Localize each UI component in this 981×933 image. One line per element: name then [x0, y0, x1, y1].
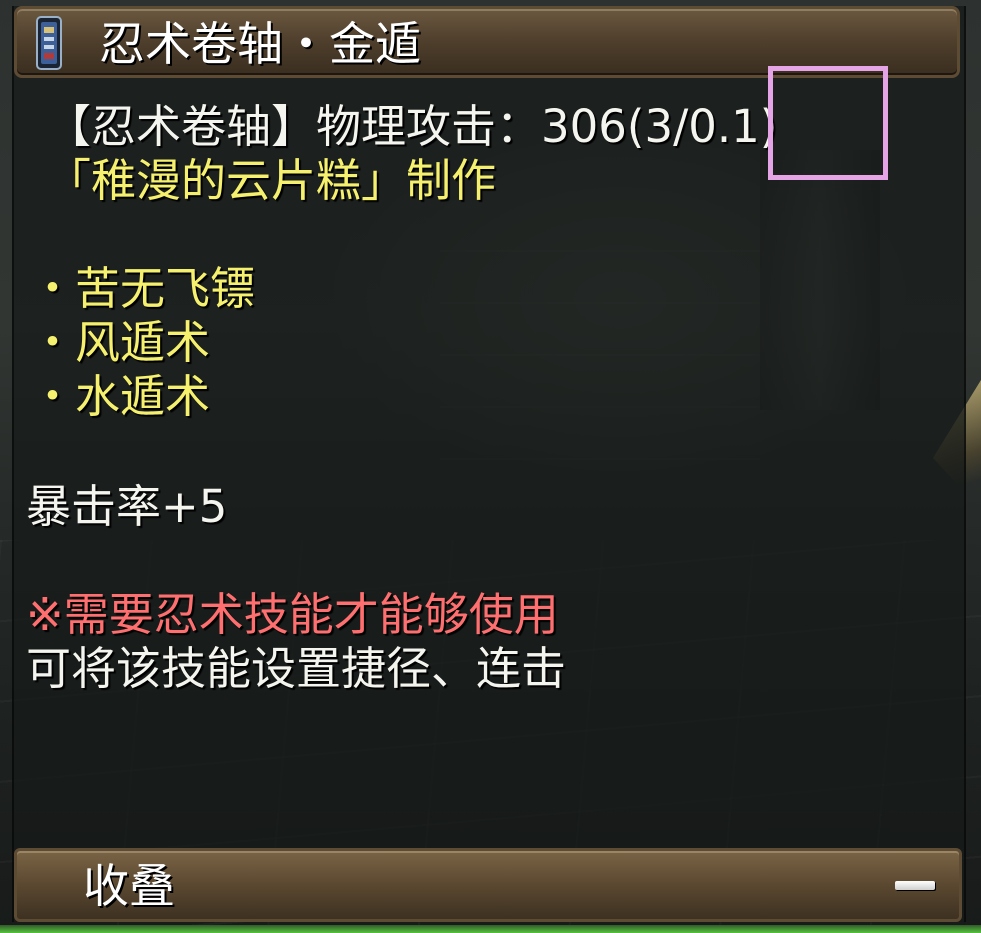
- maker-name: 「稚漫的云片糕」制作: [46, 154, 497, 207]
- skill-item-1: ・苦无飞镖: [30, 262, 256, 315]
- shortcut-note-line: 可将该技能设置捷径、连击: [26, 642, 567, 695]
- collapse-label: 收叠: [83, 859, 175, 913]
- skill-item-2: ・风遁术: [30, 316, 211, 369]
- attack-stat-line: 【忍术卷轴】物理攻击：306(3/0.1): [46, 100, 778, 153]
- collapse-button[interactable]: 收叠: [14, 848, 962, 922]
- skill-item-3: ・水遁术: [30, 370, 211, 423]
- minus-icon[interactable]: [895, 881, 935, 890]
- requirement-line: ※需要忍术技能才能够使用: [26, 588, 559, 641]
- maker-line: 「稚漫的云片糕」制作: [46, 154, 496, 208]
- crit-rate-line: 暴击率+5: [26, 480, 228, 533]
- highlight-annotation-box: [768, 66, 888, 180]
